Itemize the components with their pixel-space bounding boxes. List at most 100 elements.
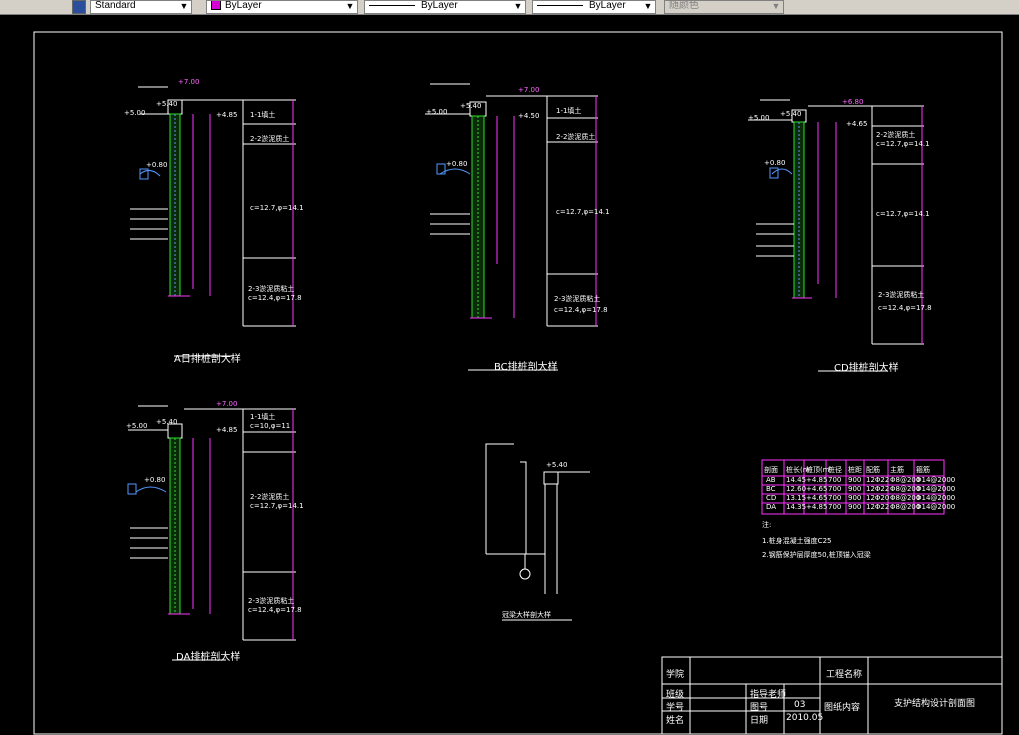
layer2-param-cd-2: c=12.7,φ=14.1 [876,210,930,218]
elev-right-bc: +4.50 [518,112,540,120]
table-cell: BC [766,485,776,493]
table-cell: 900 [848,503,862,511]
elev-left-cd: +5.00 [748,114,770,122]
table-cell: +4.85 [806,503,828,511]
lineweight-sample-icon [537,4,583,6]
table-cell: DA [766,503,777,511]
drawing-no-label: 图号 [750,703,769,713]
layer1-name-a: 1-1填土 [250,111,276,119]
table-cell: Φ14@2000 [916,503,956,511]
elev-left-bc: +5.00 [426,108,448,116]
elev-cap-da: +5.40 [156,418,178,426]
table-header-cell: 箍筋 [916,466,930,474]
layer1-param-da: c=10,φ=11 [250,422,291,430]
layer3-param-cd: c=12.4,φ=17.8 [878,304,932,312]
layer1-name-da: 1-1填土 [250,413,276,421]
elev-right-cd: +4.65 [846,120,868,128]
layer3-param-bc: c=12.4,φ=17.8 [554,306,608,314]
table-cell: 700 [828,485,842,493]
table-cell: 12.60 [786,485,807,493]
section-bc-title: BC排桩剖大样 [494,362,558,373]
elev-cap-detail: +5.40 [546,461,568,469]
layer1-name-bc: 1-1填土 [556,107,582,115]
drawing-canvas[interactable]: +7.00 +5.40 +5.00 +4.85 +0.80 1-1填土 2-2淤… [0,14,1019,735]
linetype-value: ByLayer [421,0,458,11]
chevron-down-icon: ▼ [643,1,653,11]
text-style-dropdown[interactable]: Standard ▼ [90,0,192,14]
color-swatch-icon [211,1,221,11]
color-value: ByLayer [225,0,262,11]
student-no-label: 学号 [666,703,685,713]
linetype-sample-icon [369,4,415,6]
table-cell: AB [766,476,776,484]
table-header-row: 剖面 桩长(m) 桩顶(m) 桩径 桩距 配筋 主筋 箍筋 [762,462,944,476]
table-cell: +4.85 [806,476,828,484]
table-header-cell: 剖面 [764,466,778,474]
elev-right-a: +4.85 [216,111,238,119]
section-bc [425,83,598,371]
chevron-down-icon: ▼ [179,1,189,11]
class-label: 班级 [666,690,685,700]
pile-table-grid: 剖面 桩长(m) 桩顶(m) 桩径 桩距 配筋 主筋 箍筋 AB 14.45 +… [762,462,955,514]
content-label: 图纸内容 [824,703,861,713]
table-cell: 14.35 [786,503,807,511]
properties-toolbar: Standard ▼ ByLayer ▼ ByLayer ▼ ByLayer ▼… [0,0,1019,15]
section-a-title: A日排桩剖大样 [174,354,241,365]
table-cell: 14.45 [786,476,807,484]
elev-top-bc: +7.00 [518,86,540,94]
elev-mid-bc: +0.80 [446,160,468,168]
lineweight-value: ByLayer [589,0,626,11]
drawing-no-value: 03 [794,700,806,710]
advisor-label: 指导老师 [750,690,787,700]
table-cell: 700 [828,494,842,502]
section-da-title: DA排桩剖大样 [176,652,241,663]
project-label: 工程名称 [826,670,863,680]
layer2-param-da: c=12.7,φ=14.1 [250,502,304,510]
layer2-name-cd: 2-2淤泥质土 [876,131,916,139]
section-a [130,86,296,357]
elev-right-da: +4.85 [216,426,238,434]
detail-section [485,443,590,621]
table-cell: 12Φ22 [866,476,890,484]
table-row: DA 14.35 +4.85 700 900 12Φ22 Φ8@200 Φ14@… [762,503,955,512]
table-cell: 900 [848,485,862,493]
layer3-name-cd: 2-3淤泥质粘土 [878,291,925,299]
table-cell: Φ14@2000 [916,494,956,502]
layer3-name-da: 2-3淤泥质粘土 [248,597,295,605]
color-dropdown[interactable]: ByLayer ▼ [206,0,358,14]
content-value: 支护结构设计剖面图 [894,699,976,709]
layer3-name-bc: 2-3淤泥质粘土 [554,295,601,303]
section-cd-title: CD排桩剖大样 [834,363,899,374]
plotstyle-value: 随颜色 [669,0,699,11]
table-cell: CD [766,494,777,502]
table-cell: 12Φ20 [866,494,890,502]
elev-mid-a: +0.80 [146,161,168,169]
layer2-param-a: c=12.7,φ=14.1 [250,204,304,212]
table-cell: +4.65 [806,485,828,493]
table-cell: 700 [828,503,842,511]
table-header-cell: 桩径 [828,466,842,474]
table-cell: +4.65 [806,494,828,502]
layer3-param-a: c=12.4,φ=17.8 [248,294,302,302]
layer2-name-da: 2-2淤泥质土 [250,493,290,501]
table-cell: Φ14@2000 [916,485,956,493]
lineweight-dropdown[interactable]: ByLayer ▼ [532,0,656,14]
elev-mid-da: +0.80 [144,476,166,484]
chevron-down-icon: ▼ [771,1,781,11]
table-row: BC 12.60 +4.65 700 900 12Φ22 Φ8@200 Φ14@… [762,485,955,494]
elev-mid-cd: +0.80 [764,159,786,167]
elev-left-da: +5.00 [126,422,148,430]
table-cell: 700 [828,476,842,484]
table-cell: 12Φ22 [866,485,890,493]
table-row: CD 13.15 +4.65 700 900 12Φ20 Φ8@200 Φ14@… [762,494,955,503]
table-cell: 900 [848,494,862,502]
table-row: AB 14.45 +4.85 700 900 12Φ22 Φ8@200 Φ14@… [762,476,955,485]
name-label: 姓名 [666,716,685,726]
linetype-dropdown[interactable]: ByLayer ▼ [364,0,526,14]
elev-top-a: +7.00 [178,78,200,86]
chevron-down-icon: ▼ [513,1,523,11]
table-note: 注: [762,521,772,529]
text-style-icon[interactable] [72,0,86,14]
layer2-param-bc: c=12.7,φ=14.1 [556,208,610,216]
layer2-name-a: 2-2淤泥质土 [250,135,290,143]
